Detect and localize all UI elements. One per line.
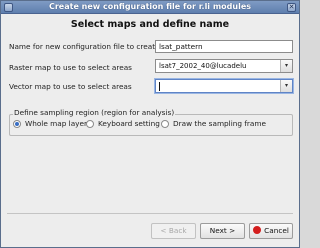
footer-divider [7,213,293,214]
text-cursor [159,82,160,91]
window-title: Create new configuration file for r.li m… [48,2,252,11]
radio-unselected-icon[interactable] [86,119,94,128]
config-name-field[interactable]: lsat_pattern [155,40,293,53]
chevron-down-icon[interactable]: ▾ [280,80,292,92]
cancel-icon [253,226,262,234]
raster-map-label: Raster map to use to select areas [9,63,132,72]
radio-label: Keyboard setting [98,119,160,128]
back-button[interactable]: < Back [151,223,196,239]
page-title: Select maps and define name [70,19,230,30]
raster-map-value: lsat7_2002_40@lucadelu [159,62,247,70]
vector-map-label: Vector map to use to select areas [9,82,132,91]
next-button[interactable]: Next > [200,223,245,239]
title-bar[interactable]: Create new configuration file for r.li m… [1,1,299,14]
cancel-button[interactable]: Cancel [249,223,293,239]
radio-label: Whole map layer [25,119,87,128]
vector-map-select[interactable]: ▾ [155,79,293,93]
radio-keyboard-setting[interactable]: Keyboard setting [86,119,160,128]
radio-label: Draw the sampling frame [173,119,266,128]
window-close-icon[interactable]: ✕ [287,3,296,12]
wizard-window: Create new configuration file for r.li m… [0,0,300,248]
chevron-down-icon[interactable]: ▾ [280,60,292,72]
radio-draw-sampling-frame[interactable]: Draw the sampling frame [161,119,266,128]
radio-unselected-icon[interactable] [161,119,169,128]
config-name-label: Name for new configuration file to creat… [9,42,160,51]
raster-map-select[interactable]: lsat7_2002_40@lucadelu ▾ [155,59,293,73]
radio-whole-map-layer[interactable]: Whole map layer [13,119,87,128]
cancel-label: Cancel [264,226,289,235]
sampling-region-title: Define sampling region (region for analy… [13,108,176,117]
radio-selected-icon[interactable] [13,119,21,128]
